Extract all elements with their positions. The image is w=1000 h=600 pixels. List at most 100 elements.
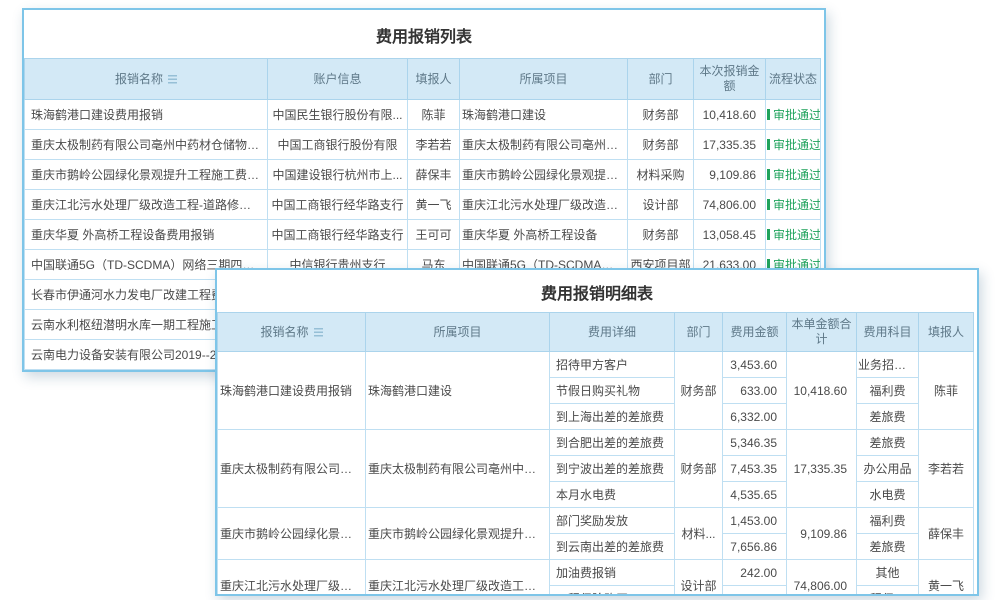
- cell-report-name[interactable]: 重庆江北污水处理厂级改造工程-道路修复工程费用...: [25, 190, 268, 220]
- approved-icon: [767, 169, 770, 180]
- column-header-5: 本单金额合计: [787, 313, 857, 352]
- cell-total: 9,109.86: [787, 508, 857, 560]
- status-text: 审批通过: [773, 196, 821, 213]
- status-text: 审批通过: [773, 106, 821, 123]
- column-header-6: 费用科目: [857, 313, 919, 352]
- cell-project: 重庆华夏 外高桥工程设备: [460, 220, 628, 250]
- cell-expense-detail: 到宁波出差的差旅费: [550, 456, 675, 482]
- cell-amount: 6,332.00: [723, 404, 787, 430]
- cell-subject: 其他: [857, 560, 919, 586]
- cell-report-name[interactable]: 珠海鹤港口建设费用报销: [25, 100, 268, 130]
- sort-icon[interactable]: [314, 328, 323, 337]
- cell-amount: 74,564...: [723, 586, 787, 597]
- column-label: 所属项目: [519, 72, 567, 86]
- cell-project: 重庆市鹅岭公园绿化景观提升工程施工: [366, 508, 550, 560]
- cell-report-name[interactable]: 重庆太极制药有限公司亳州中药...: [218, 430, 366, 508]
- table-row: 重庆太极制药有限公司亳州中药材仓储物流基地项...中国工商银行股份有限李若若重庆…: [25, 130, 821, 160]
- column-label: 费用科目: [863, 325, 911, 339]
- cell-expense-detail: 工程保险购买: [550, 586, 675, 597]
- column-label: 所属项目: [433, 325, 481, 339]
- cell-subject: 办公用品: [857, 456, 919, 482]
- cell-amount: 5,346.35: [723, 430, 787, 456]
- cell-project: 重庆江北污水处理厂级改造工...: [460, 190, 628, 220]
- cell-report-name[interactable]: 重庆华夏 外高桥工程设备费用报销: [25, 220, 268, 250]
- column-label: 费用金额: [730, 325, 778, 339]
- column-label: 账户信息: [313, 72, 361, 86]
- cell-dept: 财务部: [628, 220, 694, 250]
- sort-icon[interactable]: [168, 75, 177, 84]
- cell-subject: 福利费: [857, 508, 919, 534]
- cell-account: 中国建设银行杭州市上...: [268, 160, 408, 190]
- cell-dept: 设计部: [675, 560, 723, 597]
- cell-subject: 差旅费: [857, 404, 919, 430]
- cell-expense-detail: 到合肥出差的差旅费: [550, 430, 675, 456]
- cell-filler: 王可可: [408, 220, 460, 250]
- cell-expense-detail: 到上海出差的差旅费: [550, 404, 675, 430]
- column-header-3: 部门: [675, 313, 723, 352]
- cell-filler: 薛保丰: [408, 160, 460, 190]
- cell-subject: 福利费: [857, 378, 919, 404]
- cell-status: 审批通过: [766, 160, 821, 190]
- cell-subject: 差旅费: [857, 534, 919, 560]
- cell-report-name[interactable]: 重庆市鹅岭公园绿化景观提升工...: [218, 508, 366, 560]
- cell-dept: 财务部: [628, 100, 694, 130]
- column-label: 部门: [648, 72, 672, 86]
- column-header-7: 填报人: [919, 313, 974, 352]
- cell-project: 重庆太极制药有限公司亳州中药材仓储物流...: [366, 430, 550, 508]
- list-header-row: 报销名称账户信息填报人所属项目部门本次报销金额流程状态: [25, 59, 821, 100]
- approved-icon: [767, 109, 770, 120]
- cell-filler: 陈菲: [919, 352, 974, 430]
- cell-dept: 材料采购: [628, 160, 694, 190]
- column-header-2: 费用详细: [550, 313, 675, 352]
- cell-amount: 13,058.45: [694, 220, 766, 250]
- column-header-0[interactable]: 报销名称: [218, 313, 366, 352]
- cell-expense-detail: 节假日购买礼物: [550, 378, 675, 404]
- column-label: 本单金额合计: [791, 317, 851, 346]
- cell-dept: 财务部: [675, 352, 723, 430]
- cell-dept: 财务部: [628, 130, 694, 160]
- cell-subject: 业务招待费: [857, 352, 919, 378]
- column-label: 填报人: [928, 325, 964, 339]
- status-text: 审批通过: [773, 226, 821, 243]
- column-header-4: 部门: [628, 59, 694, 100]
- cell-filler: 黄一飞: [919, 560, 974, 597]
- cell-report-name[interactable]: 重庆江北污水处理厂级改造工程-...: [218, 560, 366, 597]
- column-header-1: 所属项目: [366, 313, 550, 352]
- cell-expense-detail: 本月水电费: [550, 482, 675, 508]
- detail-row: 重庆江北污水处理厂级改造工程-...重庆江北污水处理厂级改造工程-道路修复工加油…: [218, 560, 974, 586]
- column-label: 报销名称: [115, 72, 163, 86]
- cell-amount: 9,109.86: [694, 160, 766, 190]
- cell-total: 17,335.35: [787, 430, 857, 508]
- column-header-0[interactable]: 报销名称: [25, 59, 268, 100]
- cell-status: 审批通过: [766, 100, 821, 130]
- cell-expense-detail: 招待甲方客户: [550, 352, 675, 378]
- cell-amount: 74,806.00: [694, 190, 766, 220]
- cell-total: 74,806.00: [787, 560, 857, 597]
- cell-report-name[interactable]: 重庆市鹅岭公园绿化景观提升工程施工费用报销: [25, 160, 268, 190]
- status-badge: 审批通过: [767, 196, 821, 213]
- column-header-1: 账户信息: [268, 59, 408, 100]
- cell-subject: 水电费: [857, 482, 919, 508]
- cell-amount: 1,453.00: [723, 508, 787, 534]
- expense-detail-table: 报销名称 所属项目 费用详细部门费用金额本单金额合计费用科目 填报人 珠海鹤港口建设费…: [217, 312, 974, 596]
- column-label: 报销名称: [260, 325, 308, 339]
- column-header-4: 费用金额: [723, 313, 787, 352]
- cell-project: 重庆江北污水处理厂级改造工程-道路修复工: [366, 560, 550, 597]
- cell-account: 中国工商银行股份有限: [268, 130, 408, 160]
- column-header-3: 所属项目: [460, 59, 628, 100]
- cell-dept: 设计部: [628, 190, 694, 220]
- cell-amount: 3,453.60: [723, 352, 787, 378]
- detail-row: 重庆市鹅岭公园绿化景观提升工...重庆市鹅岭公园绿化景观提升工程施工部门奖励发放…: [218, 508, 974, 534]
- cell-project: 重庆市鹅岭公园绿化景观提升...: [460, 160, 628, 190]
- cell-filler: 陈菲: [408, 100, 460, 130]
- cell-report-name[interactable]: 珠海鹤港口建设费用报销: [218, 352, 366, 430]
- column-label: 本次报销金额: [699, 64, 759, 93]
- cell-amount: 4,535.65: [723, 482, 787, 508]
- detail-row: 珠海鹤港口建设费用报销珠海鹤港口建设招待甲方客户财务部3,453.6010,41…: [218, 352, 974, 378]
- cell-report-name[interactable]: 重庆太极制药有限公司亳州中药材仓储物流基地项...: [25, 130, 268, 160]
- cell-subject: 差旅费: [857, 430, 919, 456]
- status-badge: 审批通过: [767, 136, 821, 153]
- page: 费用报销列表 报销名称账户信息填报人所属项目部门本次报销金额流程状态 珠海鹤港口…: [0, 0, 1000, 600]
- cell-amount: 17,335.35: [694, 130, 766, 160]
- column-header-2: 填报人: [408, 59, 460, 100]
